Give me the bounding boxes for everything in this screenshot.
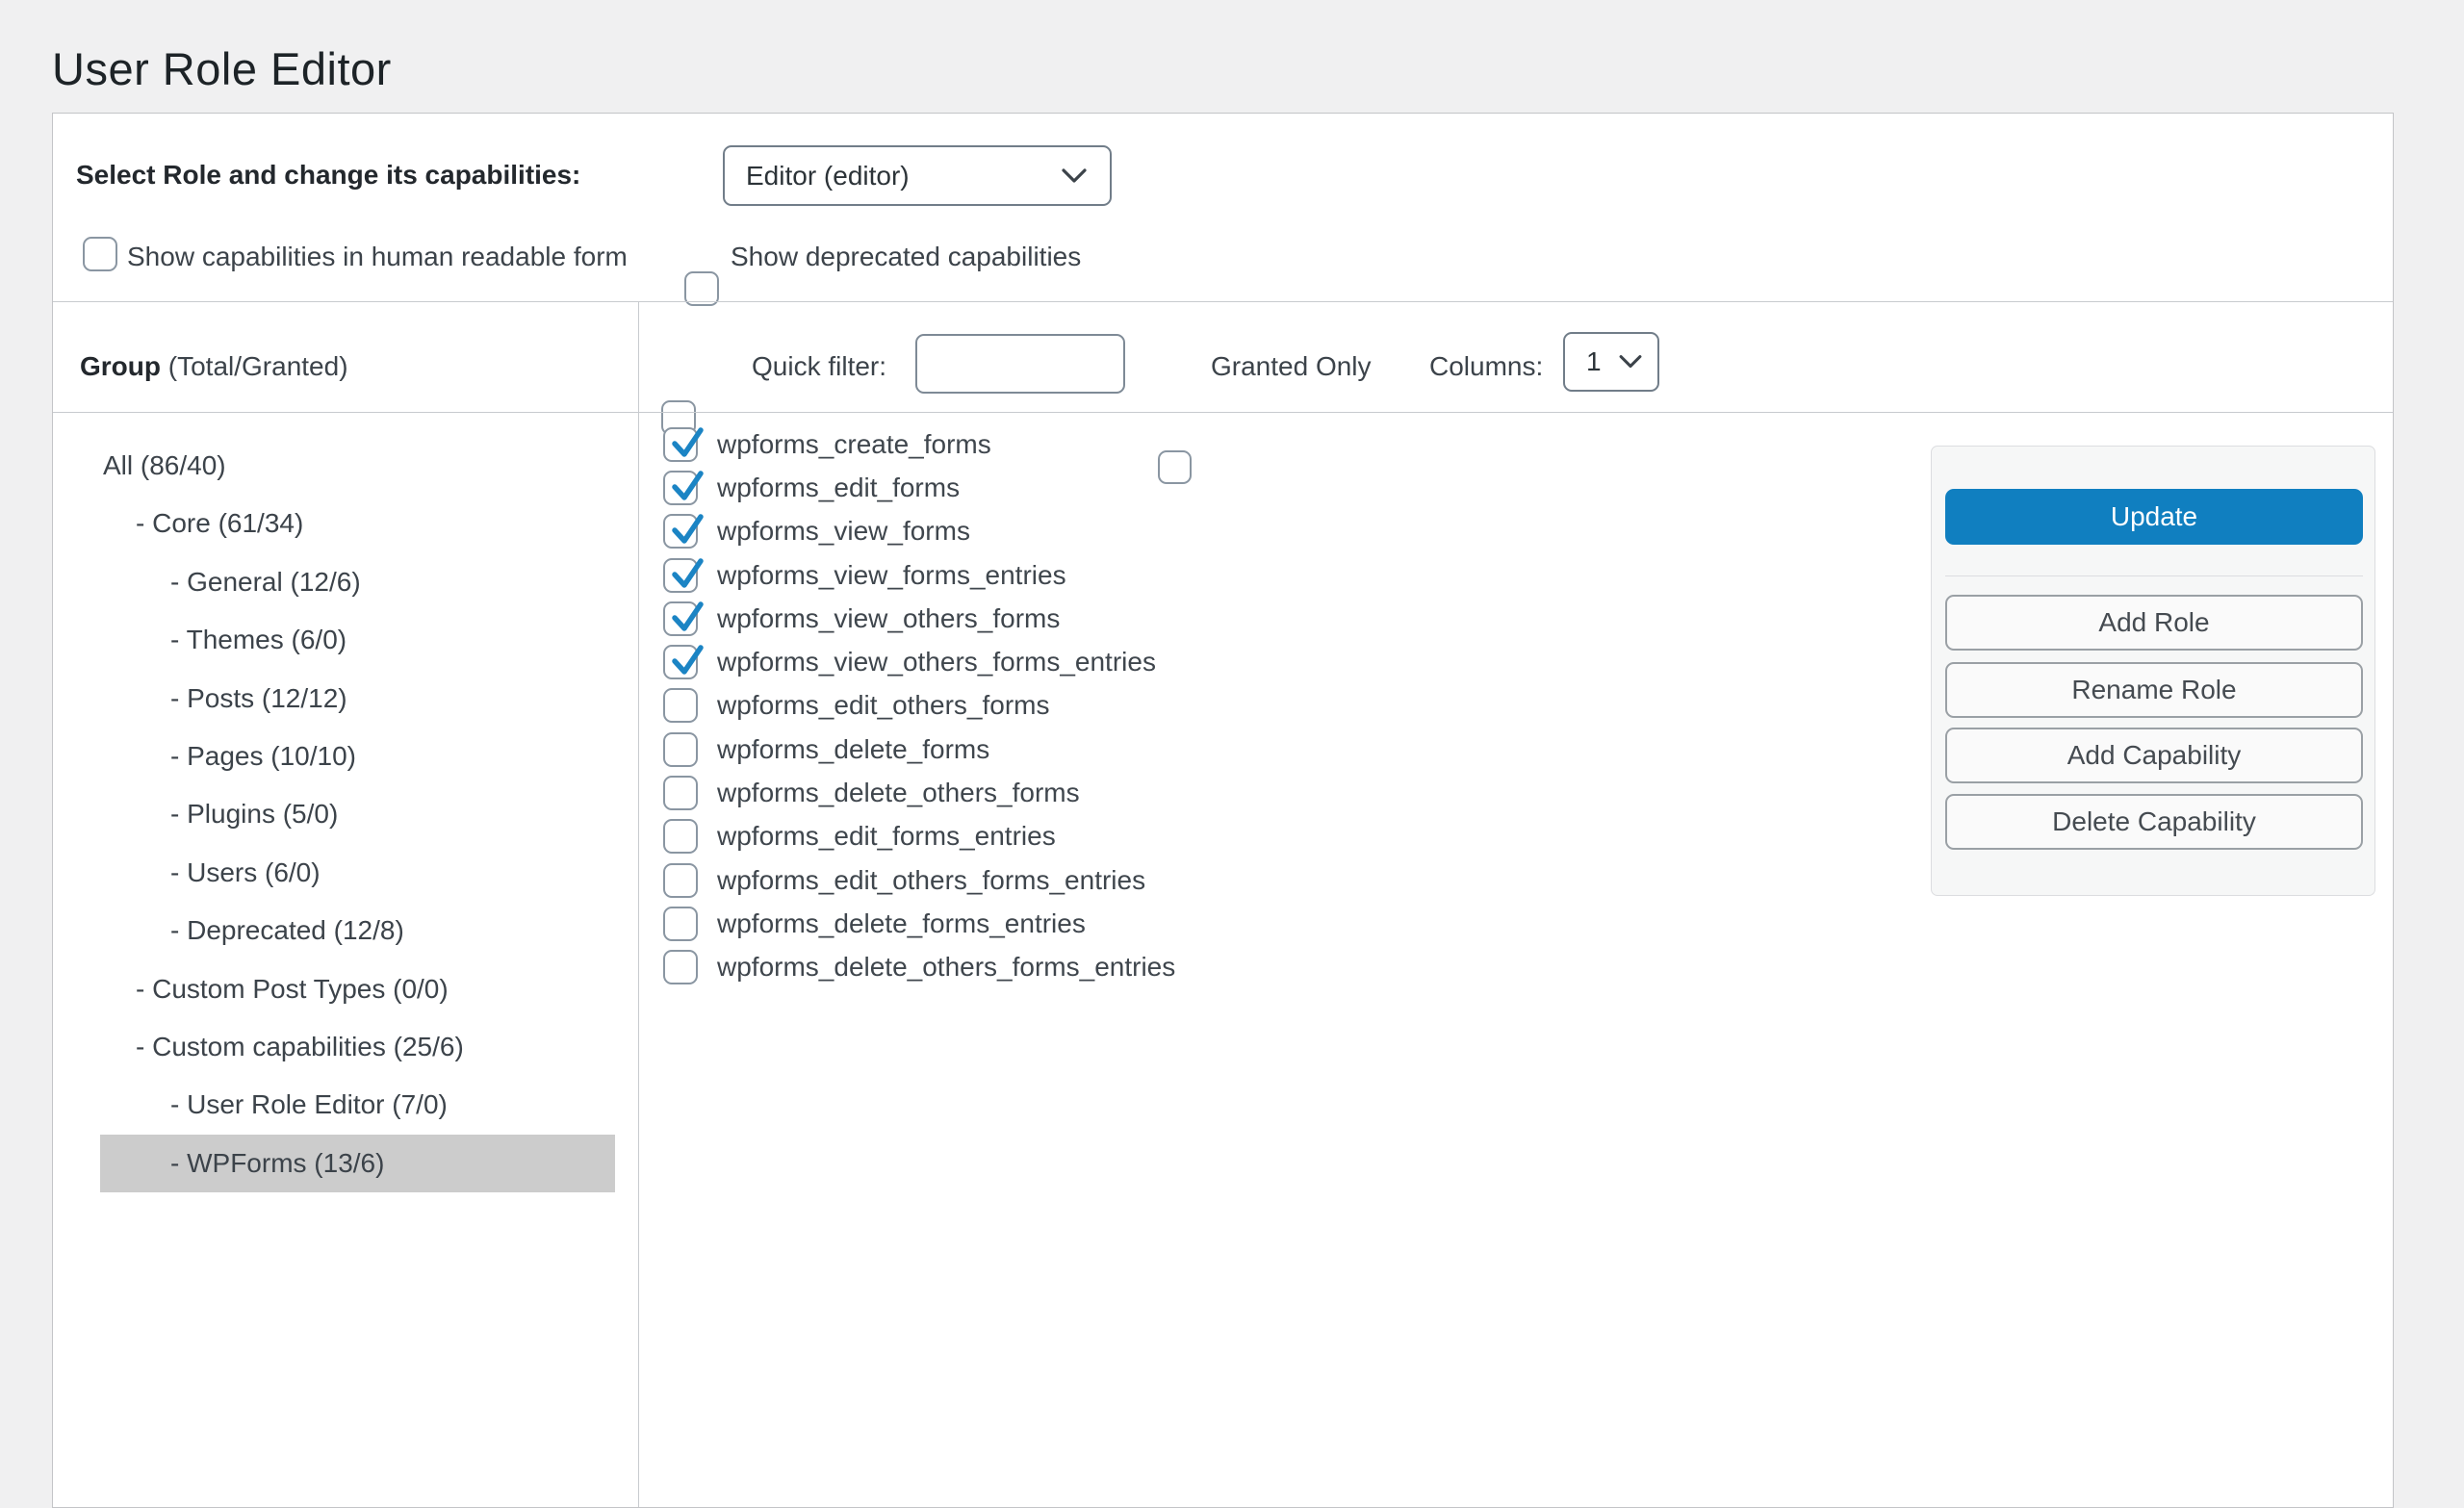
capability-label: wpforms_delete_forms_entries: [717, 908, 1086, 939]
page-title: User Role Editor: [52, 38, 392, 100]
columns-label: Columns:: [1429, 350, 1543, 383]
tree-item[interactable]: - Plugins (5/0): [100, 785, 615, 843]
capability-checkbox[interactable]: [663, 863, 698, 898]
capability-label: wpforms_delete_others_forms_entries: [717, 952, 1175, 983]
checkmark-icon: [666, 509, 708, 551]
capability-row: wpforms_edit_forms: [663, 466, 1928, 509]
capability-row: wpforms_edit_forms_entries: [663, 815, 1928, 858]
chevron-down-icon: [1617, 353, 1644, 371]
actions-panel: Update Add Role Rename Role Add Capabili…: [1931, 446, 2375, 896]
capability-label: wpforms_create_forms: [717, 429, 991, 460]
capability-label: wpforms_delete_others_forms: [717, 778, 1080, 808]
capability-label: wpforms_view_forms_entries: [717, 560, 1066, 591]
tree-item[interactable]: - Core (61/34): [100, 495, 615, 552]
deprecated-label: Show deprecated capabilities: [731, 241, 1081, 273]
capability-row: wpforms_create_forms: [663, 422, 1928, 466]
rename-role-button[interactable]: Rename Role: [1945, 662, 2363, 718]
capability-row: wpforms_edit_others_forms_entries: [663, 858, 1928, 902]
capability-checkbox[interactable]: [663, 776, 698, 810]
human-readable-checkbox[interactable]: [83, 237, 117, 271]
quick-filter-label: Quick filter:: [752, 350, 886, 383]
select-role-label: Select Role and change its capabilities:: [76, 159, 580, 192]
columns-select-dropdown[interactable]: 1: [1563, 332, 1659, 392]
tree-item[interactable]: - Themes (6/0): [100, 611, 615, 669]
capability-checkbox[interactable]: [663, 907, 698, 941]
update-button[interactable]: Update: [1945, 489, 2363, 545]
checkmark-icon: [666, 553, 708, 596]
user-role-editor-panel: Select Role and change its capabilities:…: [52, 113, 2394, 1508]
tree-item[interactable]: - Users (6/0): [100, 844, 615, 902]
capability-checkbox[interactable]: [663, 688, 698, 723]
columns-select-value: 1: [1586, 346, 1602, 377]
checkmark-icon: [666, 466, 708, 508]
capability-row: wpforms_view_forms: [663, 510, 1928, 553]
capability-row: wpforms_delete_forms: [663, 728, 1928, 771]
capability-label: wpforms_edit_forms: [717, 473, 960, 503]
capability-label: wpforms_edit_others_forms_entries: [717, 865, 1145, 896]
capability-row: wpforms_delete_forms_entries: [663, 902, 1928, 945]
tree-item[interactable]: - WPForms (13/6): [100, 1135, 615, 1192]
granted-only-label: Granted Only: [1211, 350, 1372, 383]
role-select-value: Editor (editor): [746, 161, 910, 192]
capability-checkbox[interactable]: [663, 819, 698, 854]
checkmark-icon: [666, 640, 708, 682]
capability-checkbox[interactable]: [663, 950, 698, 984]
capability-row: wpforms_view_forms_entries: [663, 553, 1928, 597]
tree-item[interactable]: - User Role Editor (7/0): [100, 1076, 615, 1134]
tree-item[interactable]: - Deprecated (12/8): [100, 902, 615, 959]
tree-item[interactable]: - Posts (12/12): [100, 670, 615, 728]
capability-checkbox[interactable]: [663, 427, 698, 462]
capability-list: wpforms_create_forms wpforms_edit_formswp…: [638, 412, 1928, 989]
capability-checkbox[interactable]: [663, 601, 698, 636]
tree-item[interactable]: - General (12/6): [100, 553, 615, 611]
capability-label: wpforms_view_others_forms_entries: [717, 647, 1156, 677]
checkmark-icon: [666, 597, 708, 639]
tree-item[interactable]: - Pages (10/10): [100, 728, 615, 785]
actions-divider: [1945, 575, 2363, 576]
capability-label: wpforms_view_others_forms: [717, 603, 1060, 634]
capability-checkbox[interactable]: [663, 514, 698, 549]
role-select-dropdown[interactable]: Editor (editor): [723, 145, 1112, 206]
capability-label: wpforms_edit_others_forms: [717, 690, 1049, 721]
section-divider: [53, 301, 2393, 302]
add-role-button[interactable]: Add Role: [1945, 595, 2363, 651]
delete-capability-button[interactable]: Delete Capability: [1945, 794, 2363, 850]
human-readable-label: Show capabilities in human readable form: [127, 241, 628, 273]
tree-item[interactable]: All (86/40): [100, 437, 615, 495]
tree-item[interactable]: - Custom capabilities (25/6): [100, 1018, 615, 1076]
checkmark-icon: [666, 422, 708, 465]
capability-checkbox[interactable]: [663, 471, 698, 505]
group-header: Group (Total/Granted): [80, 350, 348, 383]
tree-item[interactable]: - Custom Post Types (0/0): [100, 960, 615, 1018]
add-capability-button[interactable]: Add Capability: [1945, 728, 2363, 783]
capability-row: wpforms_delete_others_forms: [663, 771, 1928, 814]
group-tree: All (86/40)- Core (61/34)- General (12/6…: [53, 412, 638, 1507]
capability-label: wpforms_delete_forms: [717, 734, 989, 765]
capability-row: wpforms_view_others_forms_entries: [663, 640, 1928, 683]
quick-filter-input[interactable]: [915, 334, 1125, 394]
capability-label: wpforms_edit_forms_entries: [717, 821, 1056, 852]
capability-label: wpforms_view_forms: [717, 516, 970, 547]
chevron-down-icon: [1060, 166, 1089, 186]
capability-row: wpforms_view_others_forms: [663, 597, 1928, 640]
capability-row: wpforms_edit_others_forms: [663, 684, 1928, 728]
capability-checkbox[interactable]: [663, 645, 698, 679]
capability-row: wpforms_delete_others_forms_entries: [663, 946, 1928, 989]
capability-checkbox[interactable]: [663, 558, 698, 593]
capability-checkbox[interactable]: [663, 732, 698, 767]
